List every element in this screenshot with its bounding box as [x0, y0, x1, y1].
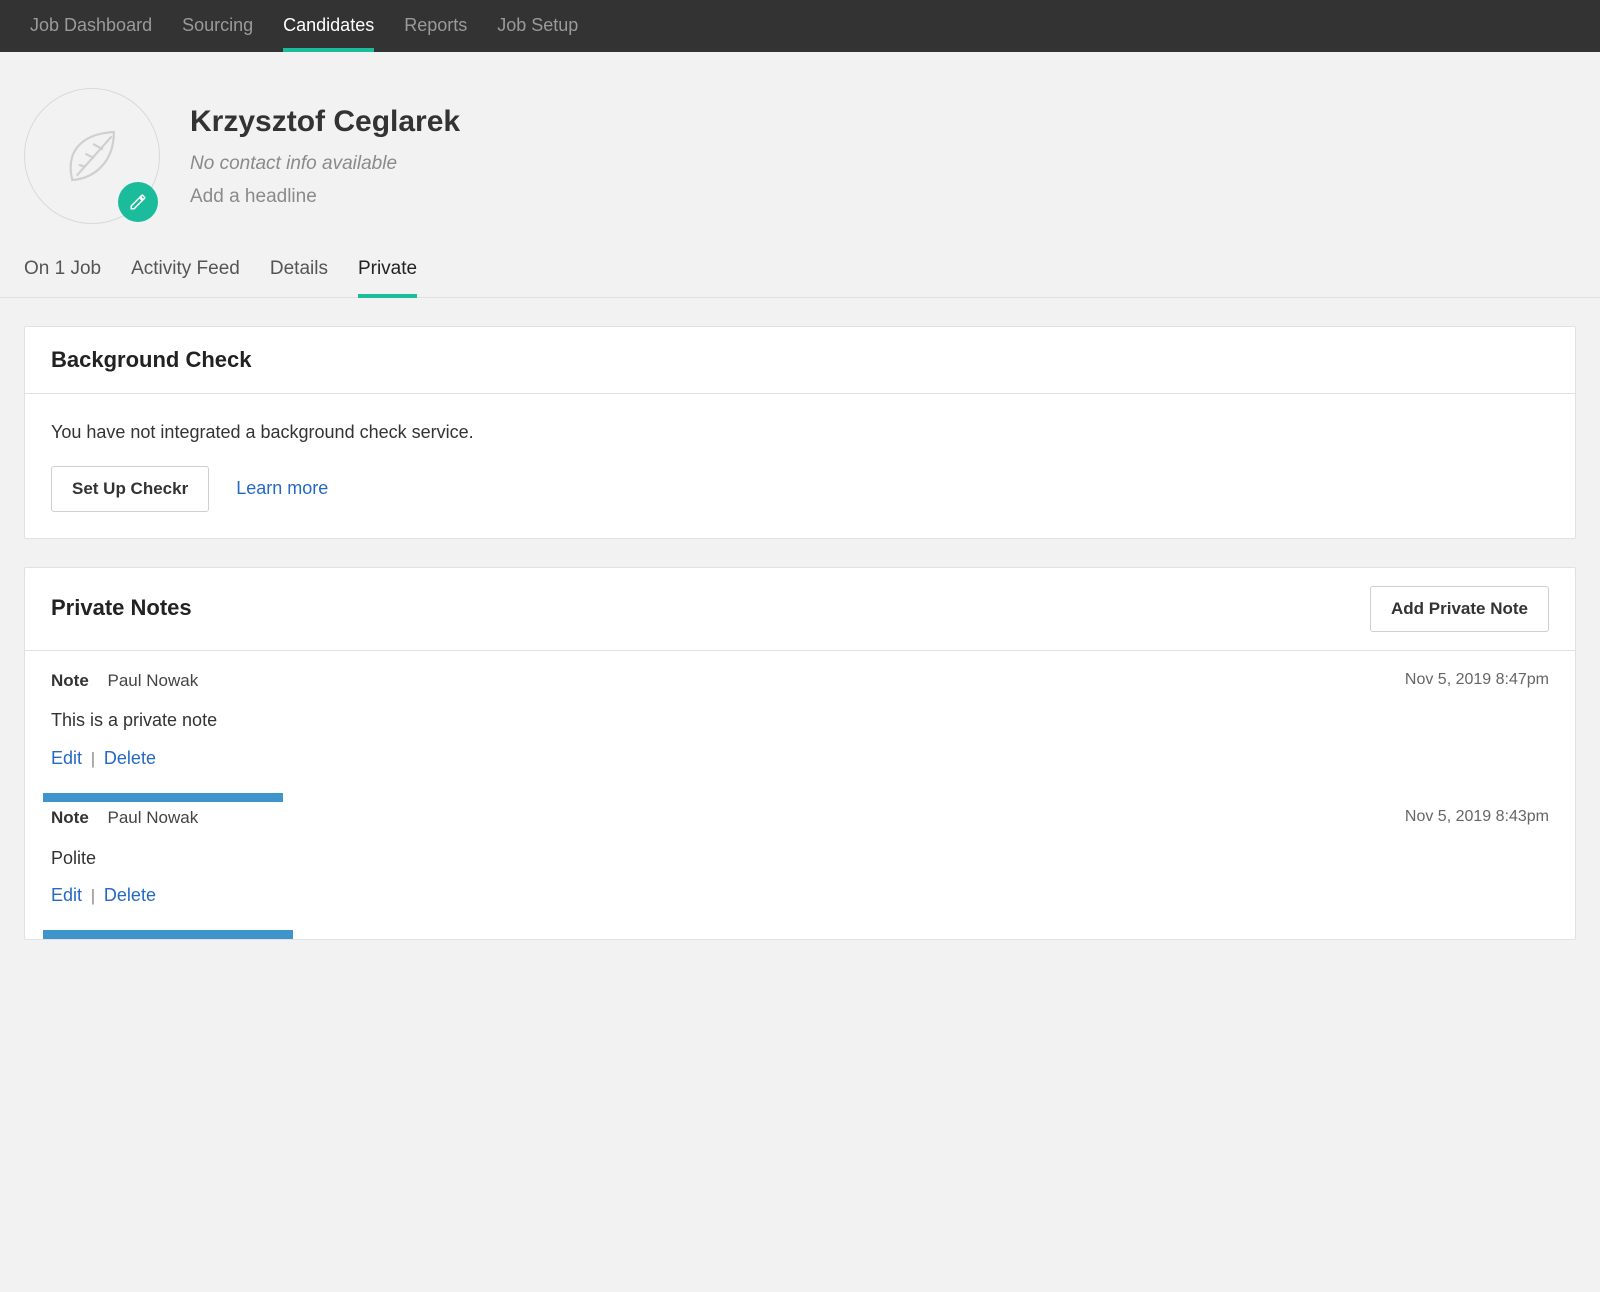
candidate-name: Krzysztof Ceglarek	[190, 101, 460, 143]
nav-label: Reports	[404, 13, 467, 38]
nav-label: Candidates	[283, 13, 374, 38]
background-check-message: You have not integrated a background che…	[51, 420, 1549, 445]
note-actions: Edit | Delete	[51, 746, 1549, 781]
note-author: Paul Nowak	[108, 808, 199, 827]
panel-body: You have not integrated a background che…	[25, 394, 1575, 537]
add-private-note-button[interactable]: Add Private Note	[1370, 586, 1549, 632]
candidate-sub-tabs: On 1 Job Activity Feed Details Private	[0, 244, 1600, 298]
note-header: Note Paul Nowak Nov 5, 2019 8:43pm	[51, 806, 1549, 830]
note-body: Polite	[51, 830, 1549, 883]
pencil-icon	[129, 193, 147, 211]
top-nav: Job Dashboard Sourcing Candidates Report…	[0, 0, 1600, 52]
add-headline[interactable]: Add a headline	[190, 184, 460, 211]
tab-label: Details	[270, 258, 328, 279]
candidate-header: Krzysztof Ceglarek No contact info avail…	[0, 52, 1600, 244]
tab-label: Private	[358, 258, 417, 279]
note-timestamp: Nov 5, 2019 8:43pm	[1405, 806, 1549, 828]
setup-checkr-button[interactable]: Set Up Checkr	[51, 466, 209, 512]
separator: |	[91, 886, 95, 905]
leaf-icon	[57, 121, 127, 191]
nav-reports[interactable]: Reports	[404, 0, 467, 52]
note-author: Paul Nowak	[108, 671, 199, 690]
note-label: Note	[51, 671, 89, 690]
edit-note-link[interactable]: Edit	[51, 885, 82, 905]
contact-info-text: No contact info available	[190, 151, 460, 178]
nav-label: Sourcing	[182, 13, 253, 38]
delete-note-link[interactable]: Delete	[104, 748, 156, 768]
nav-sourcing[interactable]: Sourcing	[182, 0, 253, 52]
background-check-panel: Background Check You have not integrated…	[24, 326, 1576, 539]
tab-label: Activity Feed	[131, 258, 240, 279]
nav-label: Job Dashboard	[30, 13, 152, 38]
tab-label: On 1 Job	[24, 258, 101, 279]
panel-header: Private Notes Add Private Note	[25, 568, 1575, 651]
note-label: Note	[51, 808, 89, 827]
nav-candidates[interactable]: Candidates	[283, 0, 374, 52]
candidate-header-text: Krzysztof Ceglarek No contact info avail…	[190, 101, 460, 210]
learn-more-link[interactable]: Learn more	[236, 478, 328, 498]
edit-note-link[interactable]: Edit	[51, 748, 82, 768]
note-actions: Edit | Delete	[51, 883, 1549, 918]
tab-on-job[interactable]: On 1 Job	[24, 244, 101, 297]
nav-job-setup[interactable]: Job Setup	[497, 0, 578, 52]
tab-private[interactable]: Private	[358, 244, 417, 297]
panel-title: Private Notes	[51, 593, 192, 624]
avatar-container	[24, 88, 160, 224]
highlight-bar	[43, 793, 283, 802]
panel-header: Background Check	[25, 327, 1575, 395]
nav-label: Job Setup	[497, 13, 578, 38]
delete-note-link[interactable]: Delete	[104, 885, 156, 905]
tab-details[interactable]: Details	[270, 244, 328, 297]
edit-avatar-button[interactable]	[118, 182, 158, 222]
note-body: This is a private note	[51, 692, 1549, 745]
separator: |	[91, 749, 95, 768]
private-note: Note Paul Nowak Nov 5, 2019 8:47pm This …	[25, 651, 1575, 802]
panel-title: Background Check	[51, 345, 252, 376]
private-note: Note Paul Nowak Nov 5, 2019 8:43pm Polit…	[25, 802, 1575, 939]
private-notes-panel: Private Notes Add Private Note Note Paul…	[24, 567, 1576, 940]
note-header: Note Paul Nowak Nov 5, 2019 8:47pm	[51, 669, 1549, 693]
nav-job-dashboard[interactable]: Job Dashboard	[30, 0, 152, 52]
tab-activity-feed[interactable]: Activity Feed	[131, 244, 240, 297]
highlight-bar	[43, 930, 293, 939]
note-timestamp: Nov 5, 2019 8:47pm	[1405, 669, 1549, 691]
